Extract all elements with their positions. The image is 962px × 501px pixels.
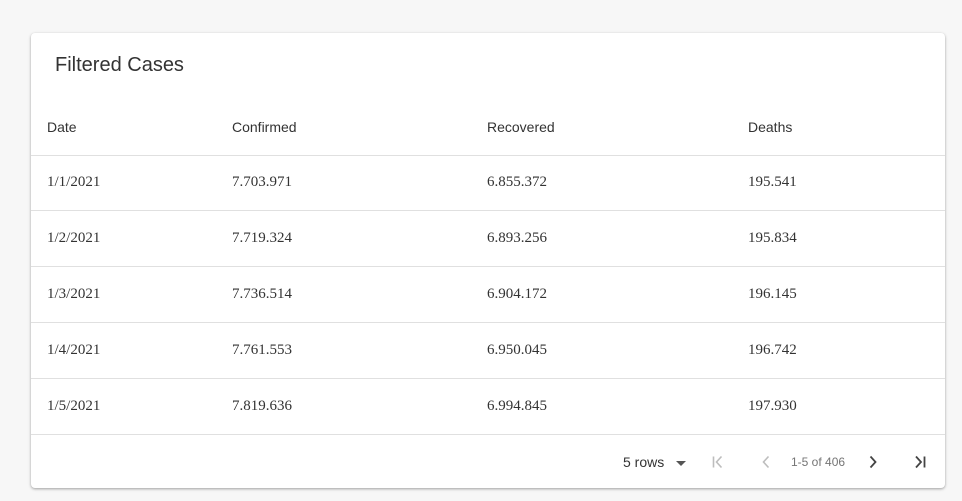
cell-recovered: 6.994.845 [487,398,547,414]
rows-per-page-select[interactable]: 5 rows [623,451,687,473]
column-header-date[interactable]: Date [47,99,77,155]
cell-deaths: 195.541 [748,174,797,190]
caret-down-icon [676,460,687,466]
column-header-recovered[interactable]: Recovered [487,99,555,155]
filtered-cases-card: Filtered Cases Date Confirmed Recovered … [31,33,945,488]
cell-deaths: 196.145 [748,286,797,302]
cell-deaths: 197.930 [748,398,797,414]
cell-date: 1/3/2021 [47,286,101,302]
chevron-left-icon [762,455,770,469]
column-header-deaths[interactable]: Deaths [748,99,792,155]
first-page-button[interactable] [705,449,731,475]
table-row[interactable]: 1/1/2021 7.703.971 6.855.372 195.541 [31,155,945,211]
table-row[interactable]: 1/3/2021 7.736.514 6.904.172 196.145 [31,267,945,323]
table-pagination: 5 rows 1-5 of 406 [31,435,945,487]
cell-confirmed: 7.736.514 [232,286,292,302]
cell-date: 1/5/2021 [47,398,101,414]
cell-confirmed: 7.719.324 [232,230,292,246]
table-row[interactable]: 1/4/2021 7.761.553 6.950.045 196.742 [31,323,945,379]
cell-recovered: 6.950.045 [487,342,547,358]
previous-page-button[interactable] [753,449,779,475]
cell-date: 1/4/2021 [47,342,101,358]
cell-deaths: 195.834 [748,230,797,246]
last-page-button[interactable] [907,449,933,475]
cell-recovered: 6.855.372 [487,174,547,190]
cell-recovered: 6.904.172 [487,286,547,302]
page-range-label: 1-5 of 406 [791,455,846,469]
last-page-icon [915,455,926,469]
cell-confirmed: 7.703.971 [232,174,292,190]
cell-confirmed: 7.819.636 [232,398,292,414]
cell-date: 1/1/2021 [47,174,101,190]
table-body: 1/1/2021 7.703.971 6.855.372 195.541 1/2… [31,155,945,435]
chevron-right-icon [869,455,877,469]
cell-deaths: 196.742 [748,342,797,358]
table-row[interactable]: 1/2/2021 7.719.324 6.893.256 195.834 [31,211,945,267]
cell-date: 1/2/2021 [47,230,101,246]
first-page-icon [712,455,723,469]
rows-per-page-value: 5 rows [623,454,665,470]
table-header-row: Date Confirmed Recovered Deaths [31,99,945,156]
cell-confirmed: 7.761.553 [232,342,292,358]
card-title: Filtered Cases [55,54,184,76]
table-row[interactable]: 1/5/2021 7.819.636 6.994.845 197.930 [31,379,945,435]
cell-recovered: 6.893.256 [487,230,547,246]
column-header-confirmed[interactable]: Confirmed [232,99,297,155]
next-page-button[interactable] [860,449,886,475]
